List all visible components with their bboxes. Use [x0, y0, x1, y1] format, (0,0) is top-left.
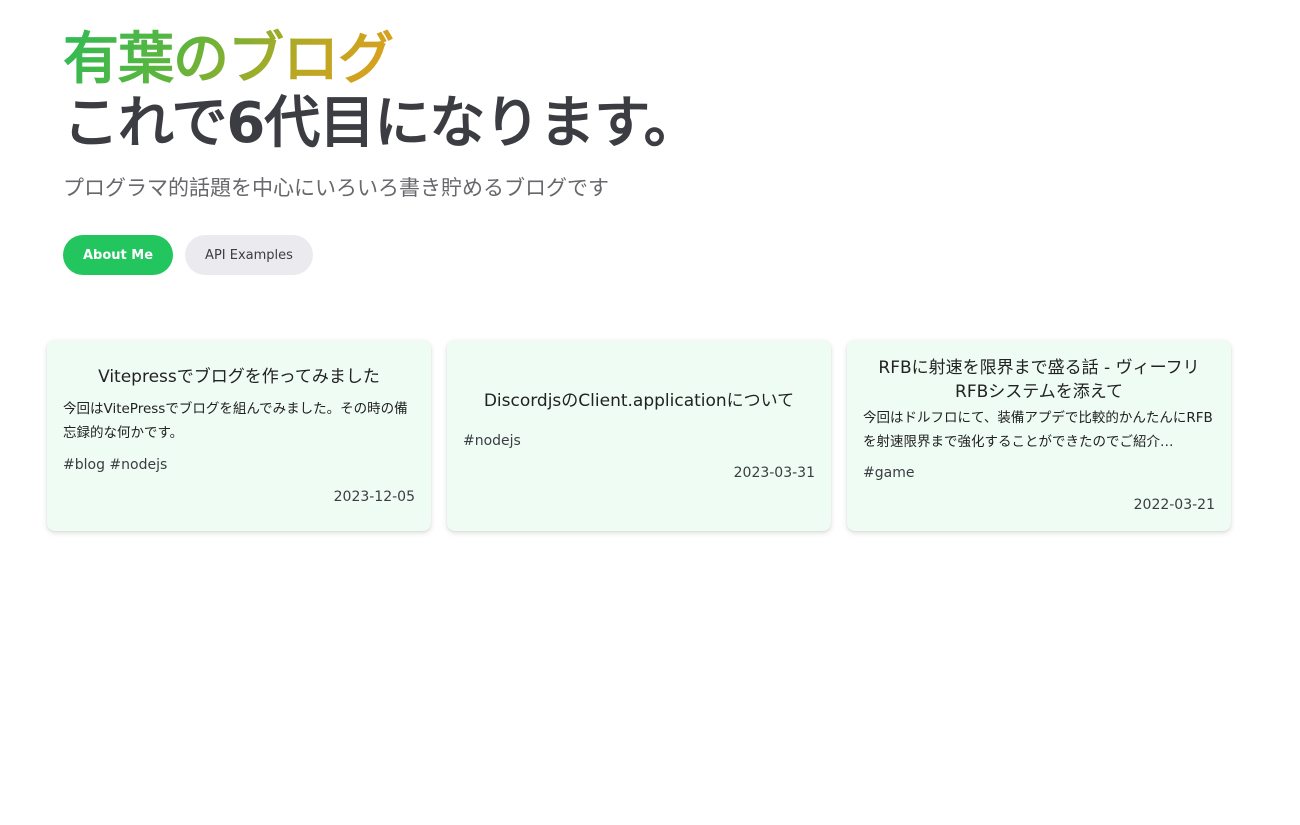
- post-title[interactable]: DiscordjsのClient.applicationについて: [463, 389, 815, 413]
- post-card[interactable]: DiscordjsのClient.applicationについて #nodejs…: [447, 340, 831, 531]
- post-list: Vitepressでブログを作ってみました 今回はVitePressでブログを組…: [47, 340, 1231, 531]
- post-card[interactable]: Vitepressでブログを作ってみました 今回はVitePressでブログを組…: [47, 340, 431, 531]
- post-date: 2022-03-21: [1133, 497, 1215, 513]
- post-tags: #nodejs: [463, 432, 521, 449]
- post-date: 2023-12-05: [333, 488, 415, 505]
- post-tags: #game: [863, 465, 915, 481]
- post-title[interactable]: Vitepressでブログを作ってみました: [63, 365, 415, 389]
- hero: 有葉のブログ これで6代目になります。 プログラマ的話題を中心にいろいろ書き貯め…: [63, 28, 963, 202]
- hero-heading: 有葉のブログ これで6代目になります。: [63, 28, 963, 156]
- hero-actions: About Me API Examples: [63, 235, 313, 275]
- about-me-button[interactable]: About Me: [63, 235, 174, 275]
- post-title[interactable]: RFBに射速を限界まで盛る話 - ヴィーフリRFBシステムを添えて: [863, 356, 1215, 404]
- post-card[interactable]: RFBに射速を限界まで盛る話 - ヴィーフリRFBシステムを添えて 今回はドルフ…: [847, 340, 1231, 531]
- post-tags: #blog #nodejs: [63, 456, 168, 473]
- post-description: 今回はドルフロにて、装備アプデで比較的かんたんにRFBを射速限界まで強化すること…: [863, 410, 1213, 450]
- hero-name: 有葉のブログ: [63, 27, 394, 92]
- hero-text: これで6代目になります。: [63, 91, 700, 156]
- api-examples-button[interactable]: API Examples: [185, 235, 313, 275]
- post-description: 今回はVitePressでブログを組んでみました。その時の備忘録的な何かです。: [63, 400, 408, 441]
- post-date: 2023-03-31: [733, 464, 815, 481]
- hero-tagline: プログラマ的話題を中心にいろいろ書き貯めるブログです: [63, 176, 609, 200]
